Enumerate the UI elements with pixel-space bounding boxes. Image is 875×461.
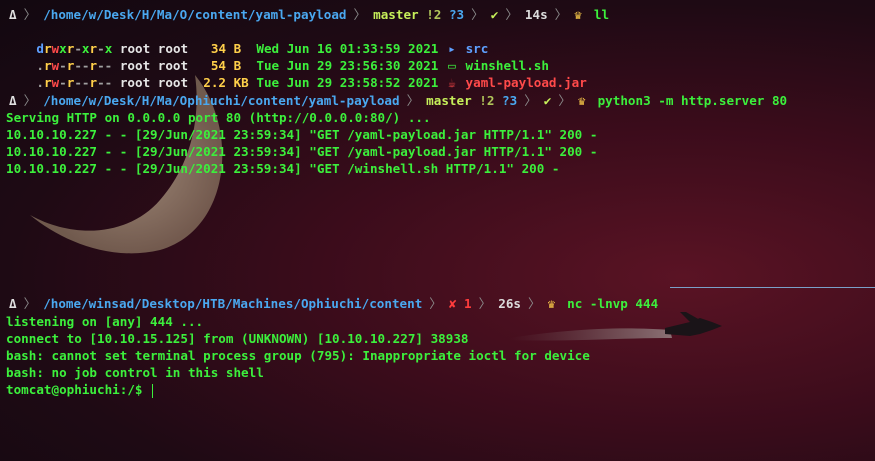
shell-prompt: Δ 〉 /home/w/Desk/H/Ma/O/content/yaml-pay…	[6, 6, 612, 23]
output-line: 10.10.10.227 - - [29/Jun/2021 23:59:34] …	[6, 144, 598, 159]
file-name: yaml-payload.jar	[465, 75, 587, 90]
command-duration: 14s	[524, 7, 548, 22]
output-line: bash: no job control in this shell	[6, 365, 264, 380]
chevron-right-icon: 〉	[505, 7, 518, 22]
command-text: nc -lnvp 444	[567, 296, 659, 311]
permissions: .rw-r--r--	[36, 75, 113, 90]
chevron-right-icon: 〉	[478, 296, 492, 311]
crown-icon: ♛	[547, 296, 556, 311]
ls-row: .rw-r--r-- root root 2.2 KB Tue Jun 29 2…	[36, 75, 587, 90]
output-line: Serving HTTP on 0.0.0.0 port 80 (http://…	[6, 110, 431, 125]
output-line: connect to [10.10.15.125] from (UNKNOWN)…	[6, 331, 469, 346]
chevron-right-icon: 〉	[353, 7, 367, 22]
exit-status-error: ✘ 1	[448, 296, 472, 311]
git-status: master !2 ?3	[426, 93, 518, 108]
chevron-right-icon: 〉	[23, 93, 37, 108]
chevron-right-icon: 〉	[406, 93, 420, 108]
chevron-right-icon: 〉	[524, 93, 537, 108]
terminal-pane-middle[interactable]: Δ 〉 /home/w/Desk/H/Ma/Ophiuchi/content/y…	[0, 92, 875, 287]
pane-divider[interactable]	[670, 287, 875, 288]
output-line: listening on [any] 444 ...	[6, 314, 204, 329]
os-icon: Δ	[9, 296, 17, 311]
java-file-icon: ☕	[448, 75, 456, 90]
prompt-path: /home/winsad/Desktop/HTB/Machines/Ophiuc…	[43, 296, 423, 311]
command-duration: 26s	[498, 296, 521, 311]
chevron-right-icon: 〉	[554, 7, 568, 22]
output-line: bash: cannot set terminal process group …	[6, 348, 590, 363]
shell-prompt: Δ 〉 /home/w/Desk/H/Ma/Ophiuchi/content/y…	[6, 92, 790, 109]
shell-prompt: Δ 〉 /home/winsad/Desktop/HTB/Machines/Op…	[6, 295, 661, 312]
os-icon: Δ	[9, 93, 17, 108]
remote-prompt: tomcat@ophiuchi:/$	[6, 382, 151, 397]
ls-row: .rw-r--r-- root root 54 B Tue Jun 29 23:…	[36, 58, 549, 73]
prompt-path: /home/w/Desk/H/Ma/O/content/yaml-payload	[43, 7, 347, 22]
output-line: 10.10.10.227 - - [29/Jun/2021 23:59:34] …	[6, 127, 598, 142]
chevron-right-icon: 〉	[23, 7, 37, 22]
prompt-path: /home/w/Desk/H/Ma/Ophiuchi/content/yaml-…	[43, 93, 400, 108]
os-icon: Δ	[9, 7, 17, 22]
command-text: ll	[593, 7, 610, 22]
command-text: python3 -m http.server 80	[597, 93, 788, 108]
crown-icon: ♛	[574, 7, 582, 22]
status-ok-icon: ✔	[543, 93, 552, 108]
chevron-right-icon: 〉	[471, 7, 484, 22]
terminal-pane-top[interactable]: Δ 〉 /home/w/Desk/H/Ma/O/content/yaml-pay…	[0, 0, 875, 92]
chevron-right-icon: 〉	[23, 296, 37, 311]
output-line: 10.10.10.227 - - [29/Jun/2021 23:59:34] …	[6, 161, 560, 176]
shell-input-line[interactable]: tomcat@ophiuchi:/$	[6, 381, 154, 398]
text-cursor	[152, 383, 154, 398]
status-ok-icon: ✔	[490, 7, 499, 22]
chevron-right-icon: 〉	[558, 93, 571, 108]
terminal-pane-bottom[interactable]: Δ 〉 /home/winsad/Desktop/HTB/Machines/Op…	[0, 287, 875, 461]
git-status: master !2 ?3	[373, 7, 465, 22]
ls-row: drwxr-xr-x root root 34 B Wed Jun 16 01:…	[36, 41, 489, 56]
chevron-right-icon: 〉	[429, 296, 442, 311]
crown-icon: ♛	[577, 93, 586, 108]
chevron-right-icon: 〉	[527, 296, 541, 311]
